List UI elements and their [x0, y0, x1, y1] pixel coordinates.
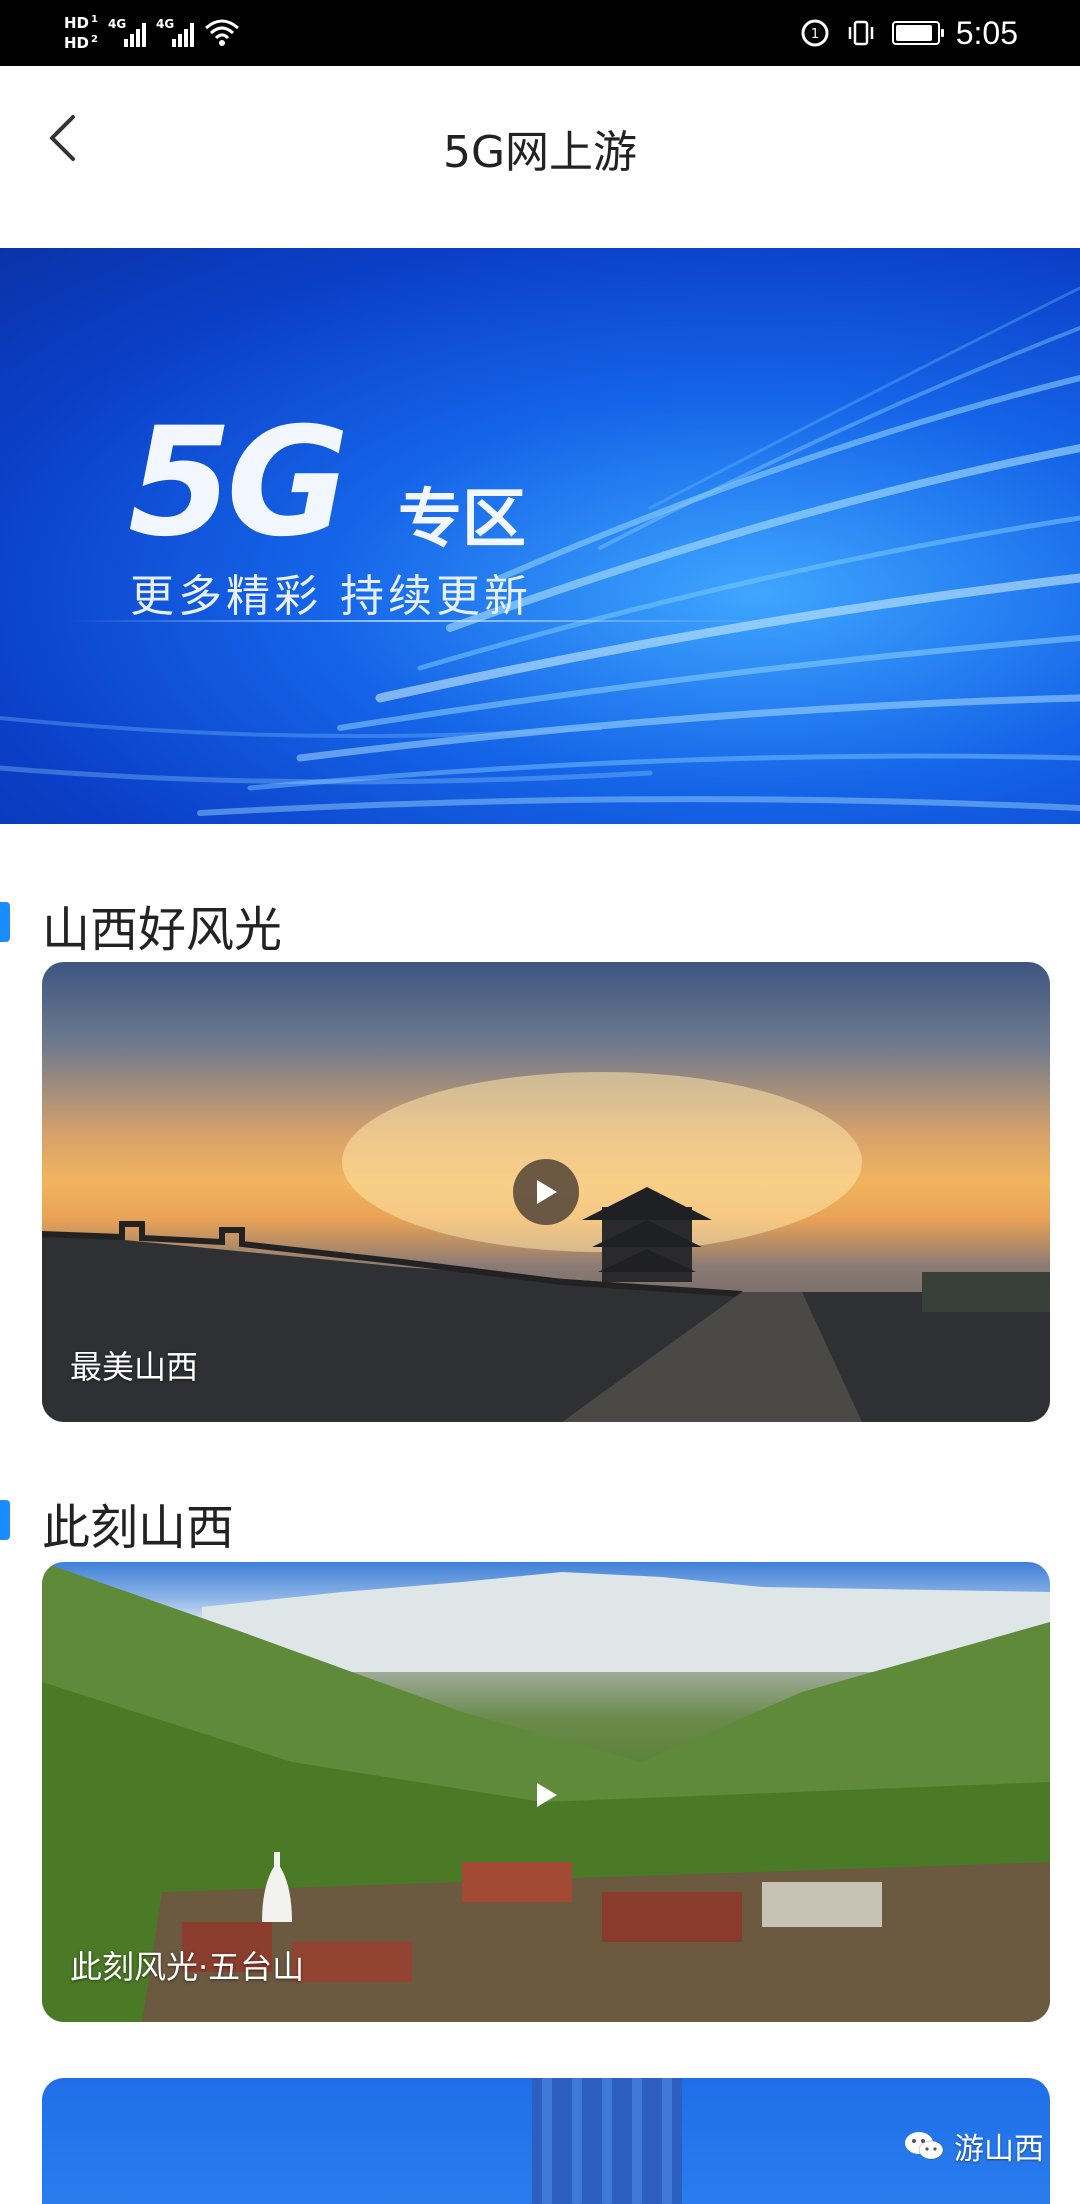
play-icon: [537, 1180, 557, 1204]
play-button[interactable]: [513, 1762, 579, 1828]
tower-image: [532, 2078, 682, 2204]
section-accent-bar: [0, 902, 10, 942]
play-icon: [537, 1783, 557, 1807]
vibrate-icon: [848, 20, 873, 46]
card-label: 最美山西: [70, 1348, 199, 1386]
signal-2-icon: 4G: [156, 17, 194, 47]
banner-headline: 5G: [128, 396, 349, 570]
status-bar: HD 1 HD 2 4G 4G 1 5:05: [0, 0, 1080, 66]
video-card-partial[interactable]: [42, 2078, 1050, 2204]
banner-subtitle: 更多精彩 持续更新: [130, 571, 532, 622]
section-accent-bar: [0, 1500, 10, 1540]
banner-headline-suffix: 专区: [398, 483, 526, 557]
wechat-icon: [905, 2132, 944, 2160]
sim2-hd-badge: HD 2: [64, 34, 98, 52]
section-title: 山西好风光: [42, 902, 283, 958]
banner-divider: [70, 620, 770, 622]
video-card-scenery[interactable]: 最美山西: [42, 962, 1050, 1422]
section-title: 此刻山西: [42, 1500, 235, 1556]
promo-banner[interactable]: 5G 专区 更多精彩 持续更新: [0, 248, 1080, 824]
status-time: 5:05: [955, 14, 1018, 51]
section-header-now: 此刻山西: [0, 1488, 1080, 1556]
signal-1-icon: 4G: [108, 17, 146, 47]
sim-badges: HD 1 HD 2: [64, 14, 98, 52]
section-header-scenery: 山西好风光: [0, 890, 1080, 958]
play-button[interactable]: [513, 1159, 579, 1225]
nav-header: 5G网上游: [0, 66, 1080, 246]
video-card-wutaishan[interactable]: 此刻风光·五台山: [42, 1562, 1050, 2022]
page-title: 5G网上游: [442, 127, 638, 178]
status-bar-left: HD 1 HD 2 4G 4G: [64, 8, 240, 58]
wifi-icon: [204, 19, 239, 46]
watermark-text: 游山西: [954, 2132, 1044, 2167]
svg-text:1: 1: [811, 27, 819, 42]
card-label: 此刻风光·五台山: [70, 1948, 305, 1986]
battery-icon: [891, 21, 944, 45]
data-saver-icon: 1: [801, 19, 829, 47]
status-bar-right: 1 5:05: [800, 0, 1018, 66]
watermark: 游山西: [904, 2124, 1044, 2168]
sim1-hd-badge: HD 1: [64, 14, 98, 32]
